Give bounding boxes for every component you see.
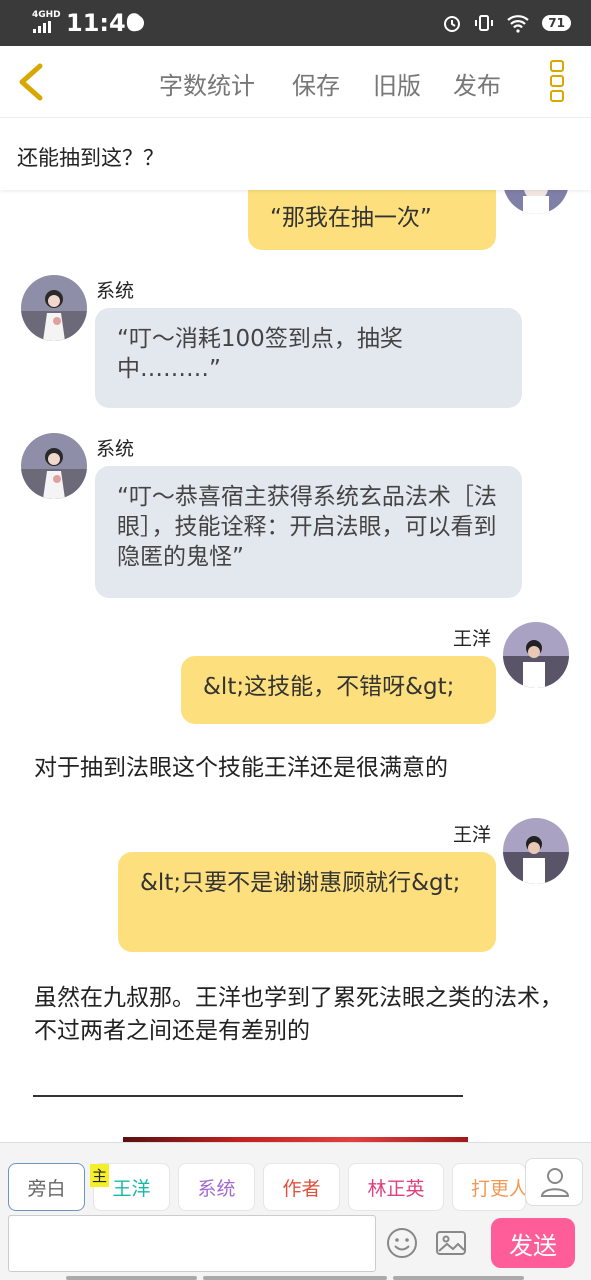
sender-name: 系统 <box>96 280 135 302</box>
nav-indicator <box>203 1276 387 1280</box>
role-label: 作者 <box>282 1177 321 1200</box>
nav-indicator <box>393 1276 524 1280</box>
signal-icon <box>33 21 53 33</box>
narration-text[interactable]: 对于抽到法眼这个技能王洋还是很满意的 <box>34 752 564 785</box>
back-arrow-icon[interactable] <box>14 62 50 102</box>
nav-indicator <box>66 1276 197 1280</box>
word-count-button[interactable]: 字数统计 <box>159 66 255 101</box>
sender-name: 系统 <box>96 438 135 460</box>
publish-button[interactable]: 发布 <box>453 66 501 101</box>
message-bubble[interactable]: &lt;只要不是谢谢惠顾就行&gt; <box>118 852 496 952</box>
role-author[interactable]: 作者 <box>263 1163 340 1211</box>
avatar-system[interactable] <box>21 433 87 499</box>
role-linzhengying[interactable]: 林正英 <box>348 1163 444 1211</box>
role-label: 系统 <box>197 1177 236 1200</box>
message-bubble[interactable]: “那我在抽一次” <box>248 190 496 250</box>
network-label: 4GHD <box>32 10 61 20</box>
person-icon <box>540 1168 570 1197</box>
role-system[interactable]: 系统 <box>178 1163 255 1211</box>
sender-name: 王洋 <box>453 628 492 650</box>
more-menu-icon[interactable] <box>550 58 566 104</box>
chapter-title-text: 还能抽到这？？ <box>17 146 164 170</box>
old-version-button[interactable]: 旧版 <box>373 66 421 101</box>
role-dagengren[interactable]: 打更人 <box>452 1163 526 1211</box>
chapter-title[interactable]: 还能抽到这？？ <box>0 118 591 190</box>
sender-name: 王洋 <box>453 824 492 846</box>
add-role-button[interactable] <box>525 1158 583 1206</box>
divider <box>33 1095 463 1097</box>
emoji-icon[interactable] <box>385 1226 419 1260</box>
avatar-system[interactable] <box>21 275 87 341</box>
message-bubble[interactable]: &lt;这技能，不错呀&gt; <box>181 656 496 724</box>
protagonist-badge: 主 <box>90 1164 110 1187</box>
narration-text[interactable]: 虽然在九叔那。王洋也学到了累死法眼之类的法术，不过两者之间还是有差别的 <box>34 982 564 1048</box>
save-button[interactable]: 保存 <box>292 66 340 101</box>
vibrate-icon <box>475 15 494 31</box>
role-label: 旁白 <box>27 1177 66 1200</box>
wifi-icon <box>507 15 530 33</box>
avatar-wangyang[interactable] <box>503 190 569 214</box>
avatar-wangyang[interactable] <box>503 622 569 688</box>
message-input[interactable] <box>8 1215 376 1272</box>
message-bubble[interactable]: “叮～消耗100签到点，抽奖中………” <box>95 308 522 408</box>
role-label: 林正英 <box>367 1177 425 1200</box>
battery-icon: 71 <box>542 15 571 31</box>
role-narrator[interactable]: 旁白 <box>8 1163 85 1211</box>
composer-panel: 旁白 王洋 主 系统 作者 林正英 打更人 发送 <box>0 1142 591 1280</box>
notification-icon <box>128 15 144 31</box>
status-bar: 4GHD 11:40 71 <box>0 0 591 46</box>
message-bubble[interactable]: “叮～恭喜宿主获得系统玄品法术［法眼］，技能诠释：开启法眼，可以看到隐匿的鬼怪” <box>95 466 522 598</box>
alarm-icon <box>444 16 461 32</box>
send-button[interactable]: 发送 <box>491 1218 575 1268</box>
avatar-wangyang[interactable] <box>503 818 569 884</box>
chat-area[interactable]: “那我在抽一次” 系统 “叮～消耗100签到点，抽奖中………” 系统 “叮～恭喜… <box>0 190 591 1142</box>
top-toolbar: 字数统计 保存 旧版 发布 <box>0 46 591 118</box>
role-label: 打更人 <box>471 1177 526 1200</box>
role-label: 王洋 <box>112 1177 151 1200</box>
image-icon[interactable] <box>434 1226 468 1260</box>
